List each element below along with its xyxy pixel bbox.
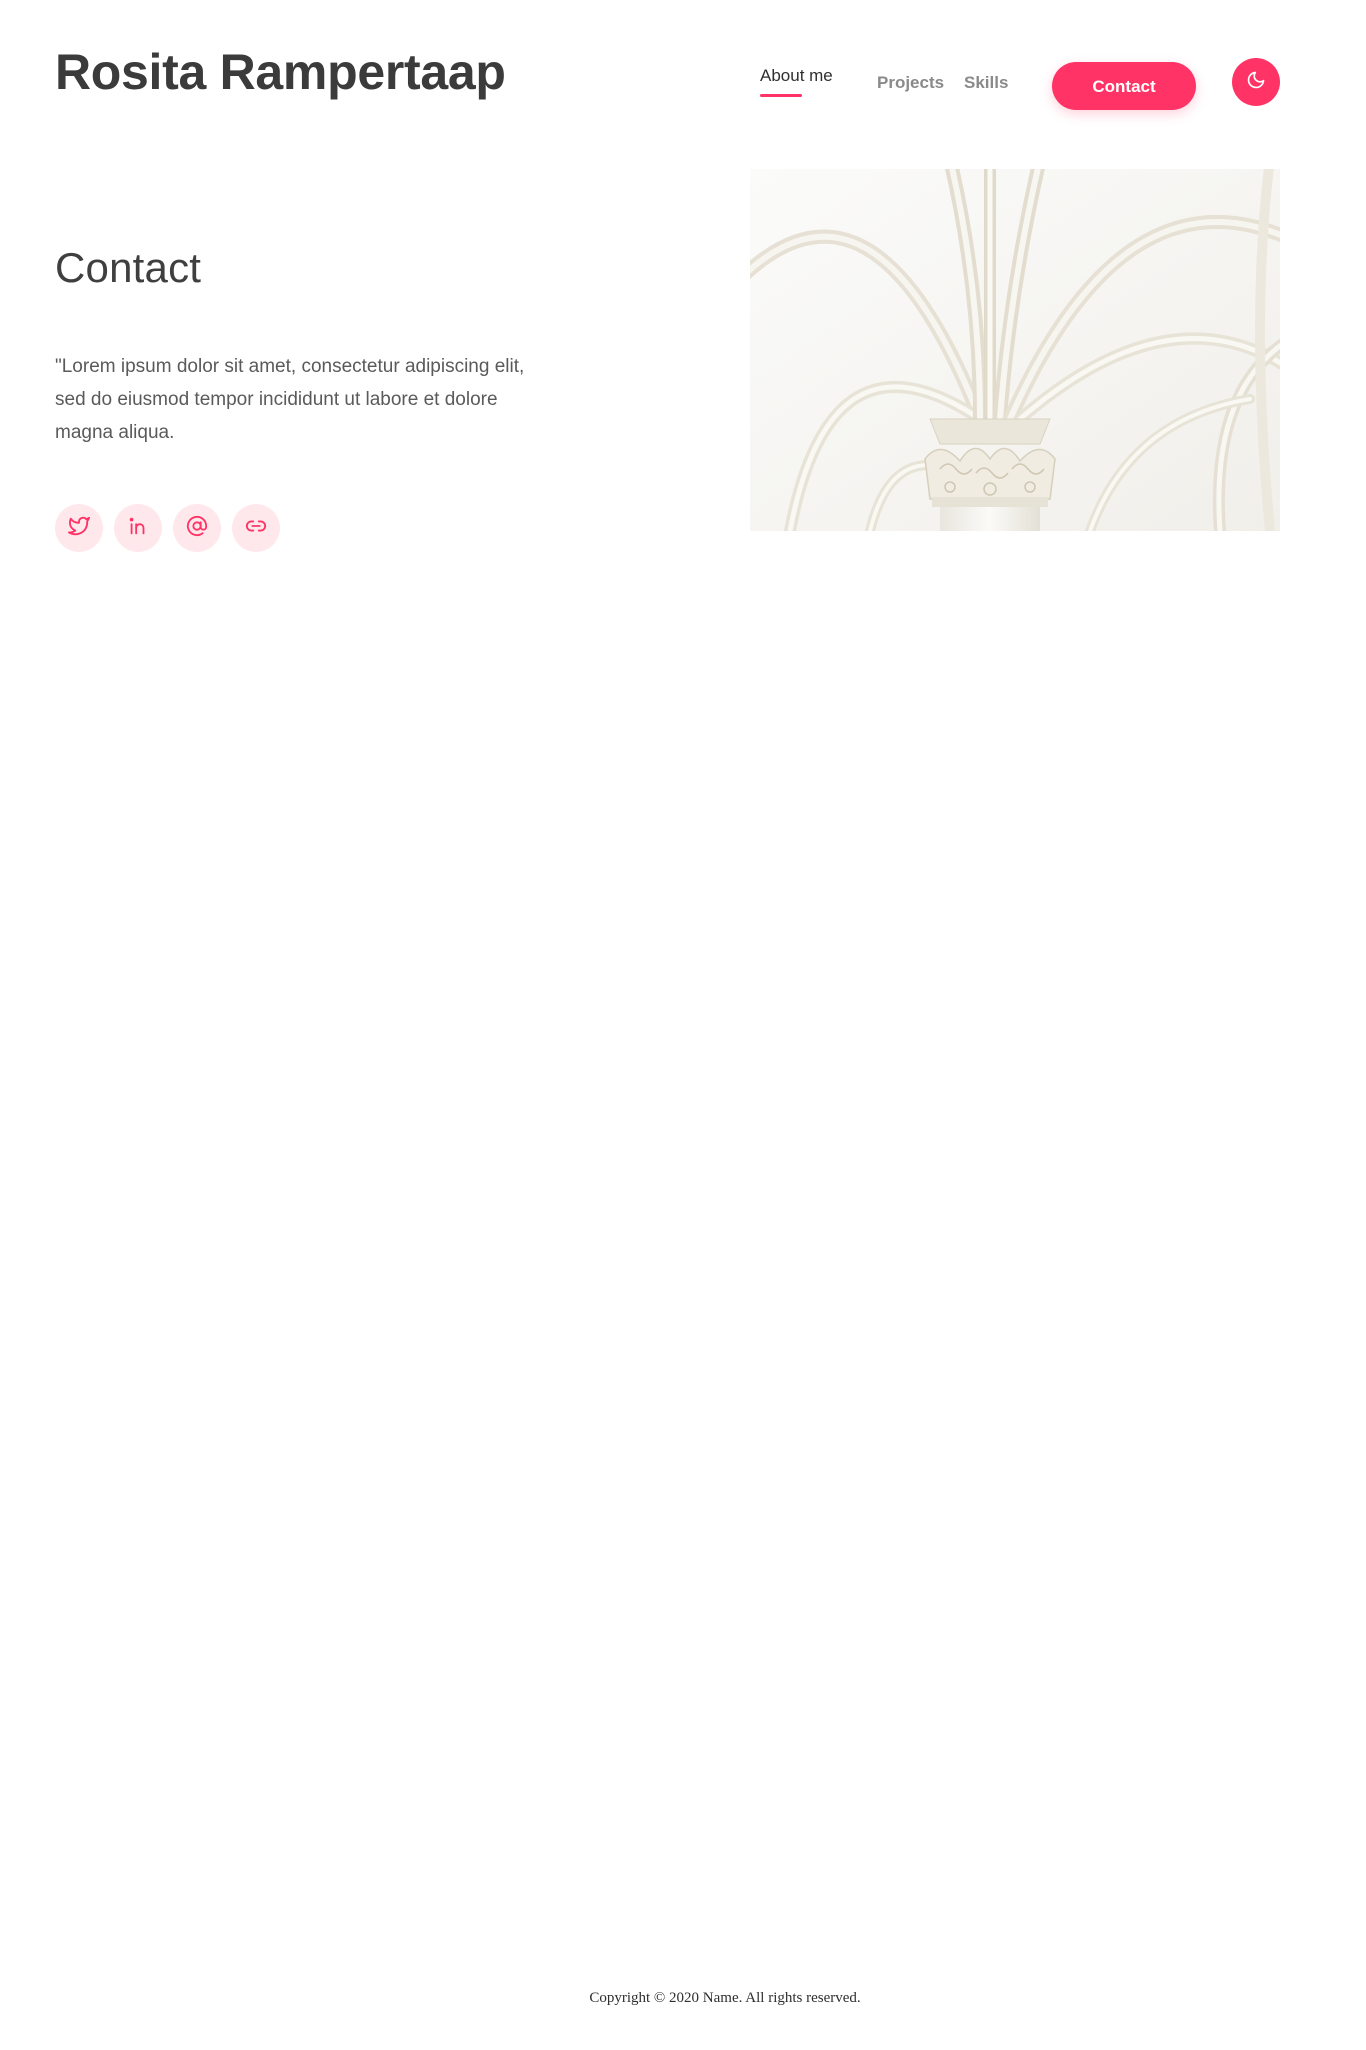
nav-projects[interactable]: Projects <box>877 73 944 93</box>
link-icon <box>245 515 267 542</box>
nav-about-me[interactable]: About me <box>760 66 833 97</box>
architecture-photo <box>750 169 1280 531</box>
copyright-text: Copyright © 2020 Name. All rights reserv… <box>589 1990 861 2006</box>
twitter-icon <box>68 515 90 542</box>
at-sign-icon <box>186 515 208 542</box>
page: Rosita Rampertaap About me Projects Skil… <box>0 0 1366 2050</box>
contact-button[interactable]: Contact <box>1052 62 1196 110</box>
footer: Copyright © 2020 Name. All rights reserv… <box>0 1990 1366 2007</box>
email-link[interactable] <box>173 504 221 552</box>
linkedin-link[interactable] <box>114 504 162 552</box>
social-links <box>55 504 280 552</box>
website-link[interactable] <box>232 504 280 552</box>
site-header: Rosita Rampertaap About me Projects Skil… <box>0 0 1366 130</box>
site-title[interactable]: Rosita Rampertaap <box>55 38 506 106</box>
theme-toggle-button[interactable] <box>1232 58 1280 106</box>
twitter-link[interactable] <box>55 504 103 552</box>
section-heading: Contact <box>55 244 202 291</box>
moon-icon <box>1246 70 1266 95</box>
linkedin-icon <box>127 515 149 542</box>
section-description: "Lorem ipsum dolor sit amet, consectetur… <box>55 356 525 443</box>
nav-skills[interactable]: Skills <box>964 73 1008 93</box>
